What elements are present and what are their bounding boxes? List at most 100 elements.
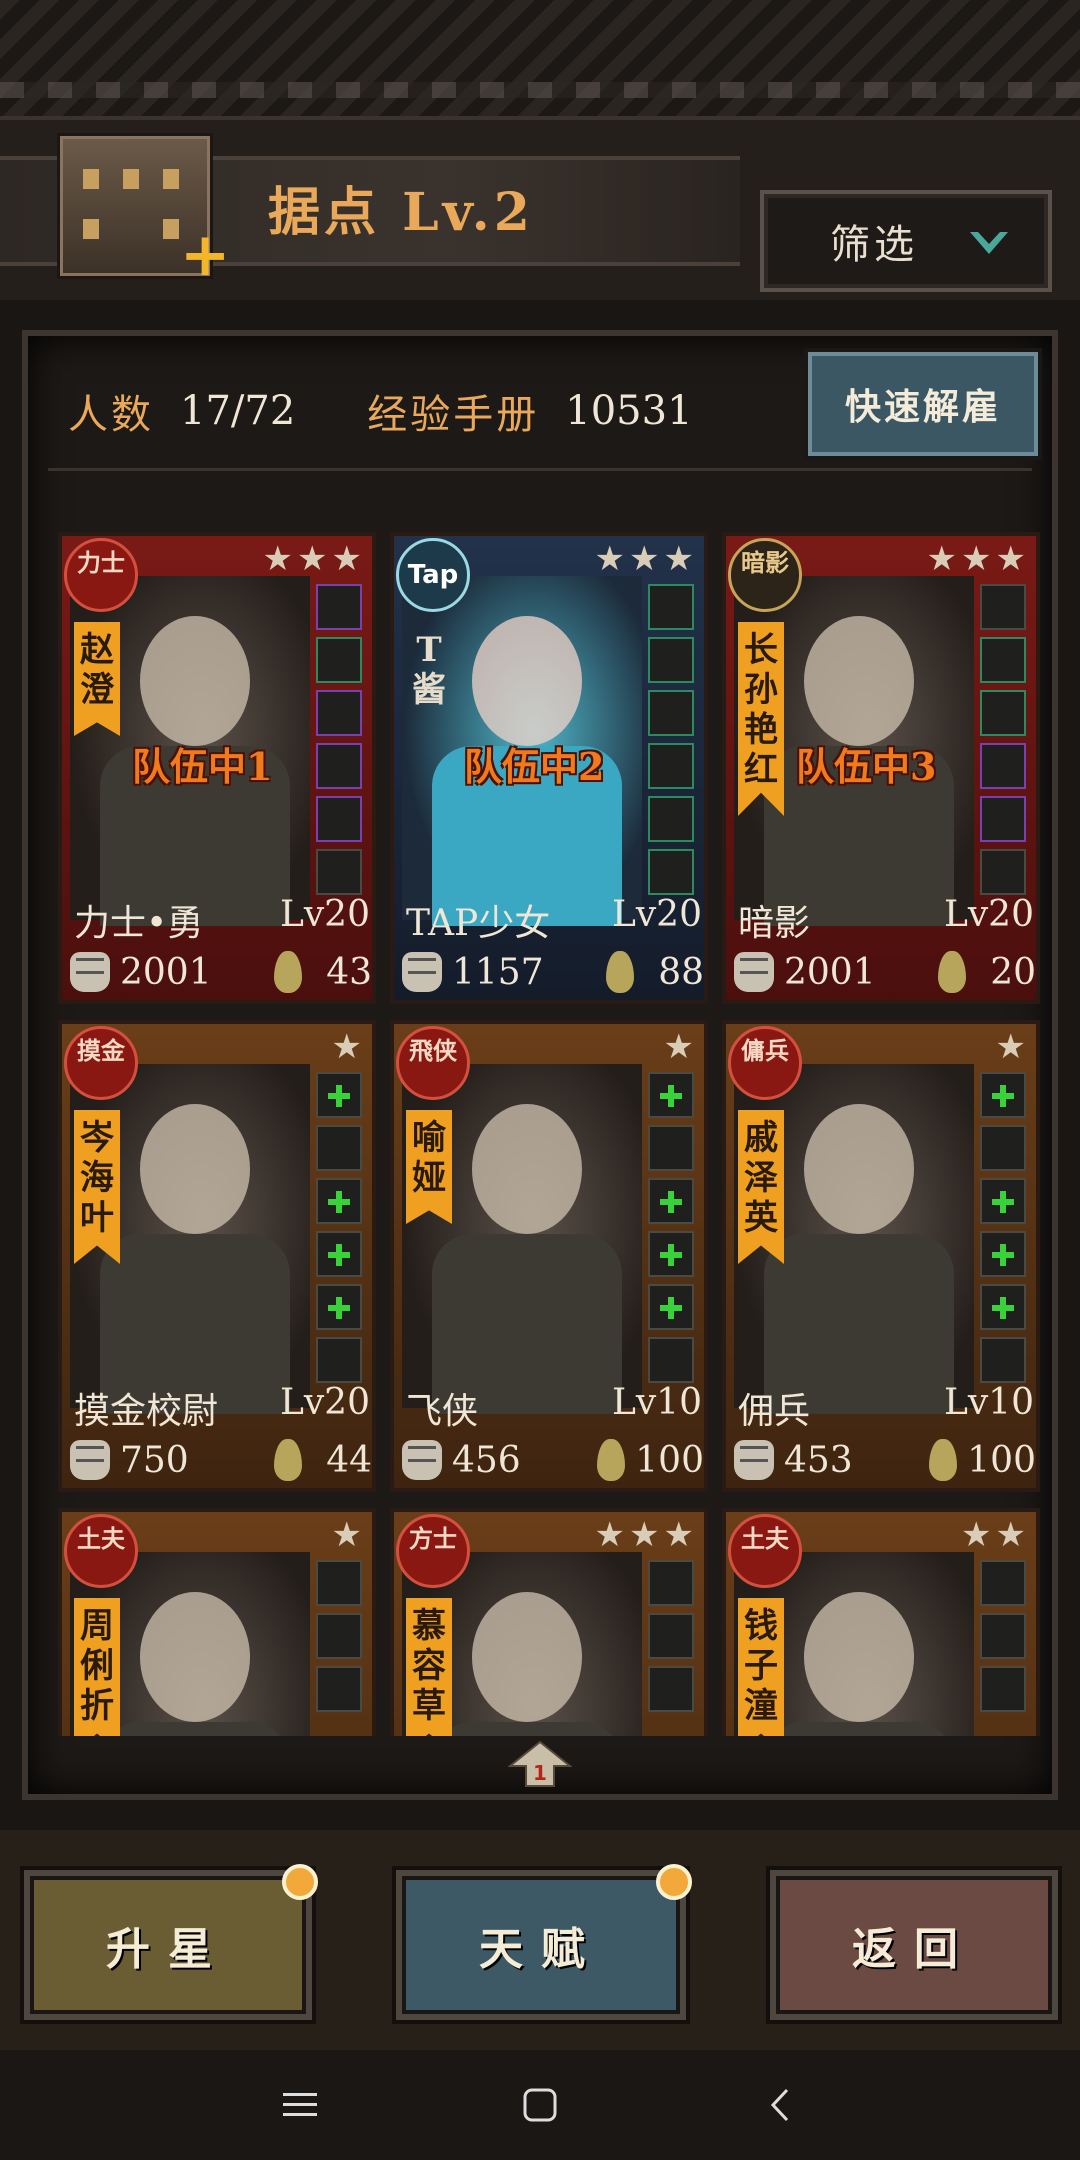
- star-icon: ★: [995, 1027, 1026, 1067]
- equipment-slot[interactable]: [648, 743, 694, 789]
- notification-dot: [282, 1864, 318, 1900]
- equipment-slot[interactable]: [316, 1666, 362, 1712]
- droplet-icon: [597, 1439, 626, 1481]
- class-name: TAP少女: [406, 903, 551, 944]
- add-equipment-icon[interactable]: [316, 1231, 362, 1277]
- class-badge: 摸金: [64, 1026, 138, 1100]
- member-count-value: 17/72: [180, 388, 296, 434]
- add-equipment-icon[interactable]: [980, 1284, 1026, 1330]
- class-level-row: TAP少女 Lv20: [406, 894, 702, 946]
- power-value: 750: [120, 1439, 189, 1481]
- character-card[interactable]: ★ 摸金岑 海 叶摸金校尉 Lv20 750 44: [58, 1020, 376, 1492]
- star-icon: ★: [331, 1027, 362, 1067]
- page-up-icon[interactable]: 1: [508, 1740, 572, 1788]
- equipment-slot[interactable]: [648, 1613, 694, 1659]
- add-equipment-icon[interactable]: [980, 1178, 1026, 1224]
- power-value: 1157: [452, 951, 544, 993]
- equipment-slot[interactable]: [980, 796, 1026, 842]
- equipment-slot[interactable]: [648, 1125, 694, 1171]
- equipment-slot[interactable]: [980, 584, 1026, 630]
- equipment-slot[interactable]: [980, 1560, 1026, 1606]
- equipment-slot[interactable]: [980, 1125, 1026, 1171]
- power-value: 2001: [784, 951, 876, 993]
- character-card[interactable]: ★ ★ ★ 方士慕 容 草: [390, 1508, 708, 1736]
- character-card[interactable]: ★ ★ 土夫钱 子 潼: [722, 1508, 1040, 1736]
- add-equipment-icon[interactable]: [648, 1178, 694, 1224]
- equipment-slot[interactable]: [316, 690, 362, 736]
- equipment-slot[interactable]: [980, 1337, 1026, 1383]
- add-equipment-icon[interactable]: [980, 1231, 1026, 1277]
- home-icon[interactable]: [515, 2080, 565, 2130]
- equipment-slot[interactable]: [316, 1613, 362, 1659]
- equipment-slot[interactable]: [316, 743, 362, 789]
- exp-book-value: 10531: [565, 388, 693, 434]
- roster-panel: 人数 17/72 经验手册 10531 快速解雇 ★ ★ ★ 力士赵 澄队伍中1 力士•…: [22, 330, 1058, 1800]
- equipment-slot[interactable]: [648, 584, 694, 630]
- character-card[interactable]: ★ ★ ★ 力士赵 澄队伍中1 力士•勇 Lv20 2001 43: [58, 532, 376, 1004]
- level-label: Lv20: [611, 894, 702, 935]
- upgrade-plus-icon[interactable]: +: [180, 225, 230, 285]
- equipment-slot[interactable]: [316, 584, 362, 630]
- equipment-slot[interactable]: [316, 1125, 362, 1171]
- quick-dismiss-button[interactable]: 快速解雇: [808, 352, 1038, 456]
- equipment-slot[interactable]: [980, 1613, 1026, 1659]
- equipment-slot[interactable]: [980, 690, 1026, 736]
- star-icon: ★: [663, 1515, 694, 1555]
- equipment-slot[interactable]: [648, 1666, 694, 1712]
- character-card[interactable]: ★ ★ ★ Tap T 酱队伍中2 TAP少女 Lv20 1157 88: [390, 532, 708, 1004]
- equipment-slot[interactable]: [316, 849, 362, 895]
- menu-icon[interactable]: [275, 2080, 325, 2130]
- equipment-slot[interactable]: [980, 743, 1026, 789]
- character-name: 慕 容 草: [406, 1598, 452, 1736]
- add-equipment-icon[interactable]: [648, 1231, 694, 1277]
- add-equipment-icon[interactable]: [648, 1284, 694, 1330]
- class-level-row: 摸金校尉 Lv20: [74, 1382, 370, 1434]
- back-arrow-icon[interactable]: [755, 2080, 805, 2130]
- back-button[interactable]: 返回: [770, 1870, 1058, 2020]
- equipment-slot[interactable]: [316, 1337, 362, 1383]
- character-name: 戚 泽 英: [738, 1110, 784, 1264]
- droplet-icon: [606, 951, 634, 993]
- class-name: 力士•勇: [74, 903, 204, 944]
- stats-row: 2001 20: [734, 946, 1036, 998]
- equipment-slots: [648, 1560, 694, 1712]
- equipment-slot[interactable]: [648, 637, 694, 683]
- talent-button[interactable]: 天赋: [396, 1864, 692, 2020]
- talent-label: 天赋: [479, 1924, 603, 1975]
- equipment-slot[interactable]: [648, 690, 694, 736]
- level-label: Lv20: [279, 1382, 370, 1423]
- equipment-slot[interactable]: [316, 637, 362, 683]
- equipment-slot[interactable]: [316, 1560, 362, 1606]
- star-icon: ★: [629, 539, 660, 579]
- character-card[interactable]: ★ 土夫周 俐 折: [58, 1508, 376, 1736]
- level-label: Lv20: [943, 894, 1034, 935]
- add-equipment-icon[interactable]: [316, 1284, 362, 1330]
- add-equipment-icon[interactable]: [316, 1072, 362, 1118]
- filter-button[interactable]: 筛选: [760, 190, 1052, 292]
- equipment-slots: [316, 584, 362, 895]
- class-name: 佣兵: [738, 1391, 811, 1432]
- equipment-slot[interactable]: [980, 1666, 1026, 1712]
- equipment-slot[interactable]: [648, 1337, 694, 1383]
- add-equipment-icon[interactable]: [648, 1072, 694, 1118]
- character-card[interactable]: ★ 飛侠喻 娅飞侠 Lv10 456 100: [390, 1020, 708, 1492]
- character-card[interactable]: ★ ★ ★ 暗影长 孙 艳 红队伍中3 暗影 Lv20 2001 20: [722, 532, 1040, 1004]
- stats-row: 2001 43: [70, 946, 372, 998]
- equipment-slot[interactable]: [648, 796, 694, 842]
- character-card[interactable]: ★ 傭兵戚 泽 英佣兵 Lv10 453 100: [722, 1020, 1040, 1492]
- equipment-slot[interactable]: [648, 1560, 694, 1606]
- equipment-slot[interactable]: [980, 637, 1026, 683]
- star-up-button[interactable]: 升星: [24, 1864, 318, 2020]
- fist-icon: [70, 1440, 110, 1480]
- equipment-slot[interactable]: [648, 849, 694, 895]
- star-rating: ★ ★: [961, 1518, 1026, 1552]
- filter-label: 筛选: [830, 222, 918, 268]
- star-rating: ★: [332, 1518, 362, 1552]
- equipment-slot[interactable]: [980, 849, 1026, 895]
- droplet-icon: [274, 1439, 302, 1481]
- star-rating: ★ ★ ★: [595, 1518, 694, 1552]
- equipment-slot[interactable]: [316, 796, 362, 842]
- add-equipment-icon[interactable]: [980, 1072, 1026, 1118]
- class-badge: 飛侠: [396, 1026, 470, 1100]
- add-equipment-icon[interactable]: [316, 1178, 362, 1224]
